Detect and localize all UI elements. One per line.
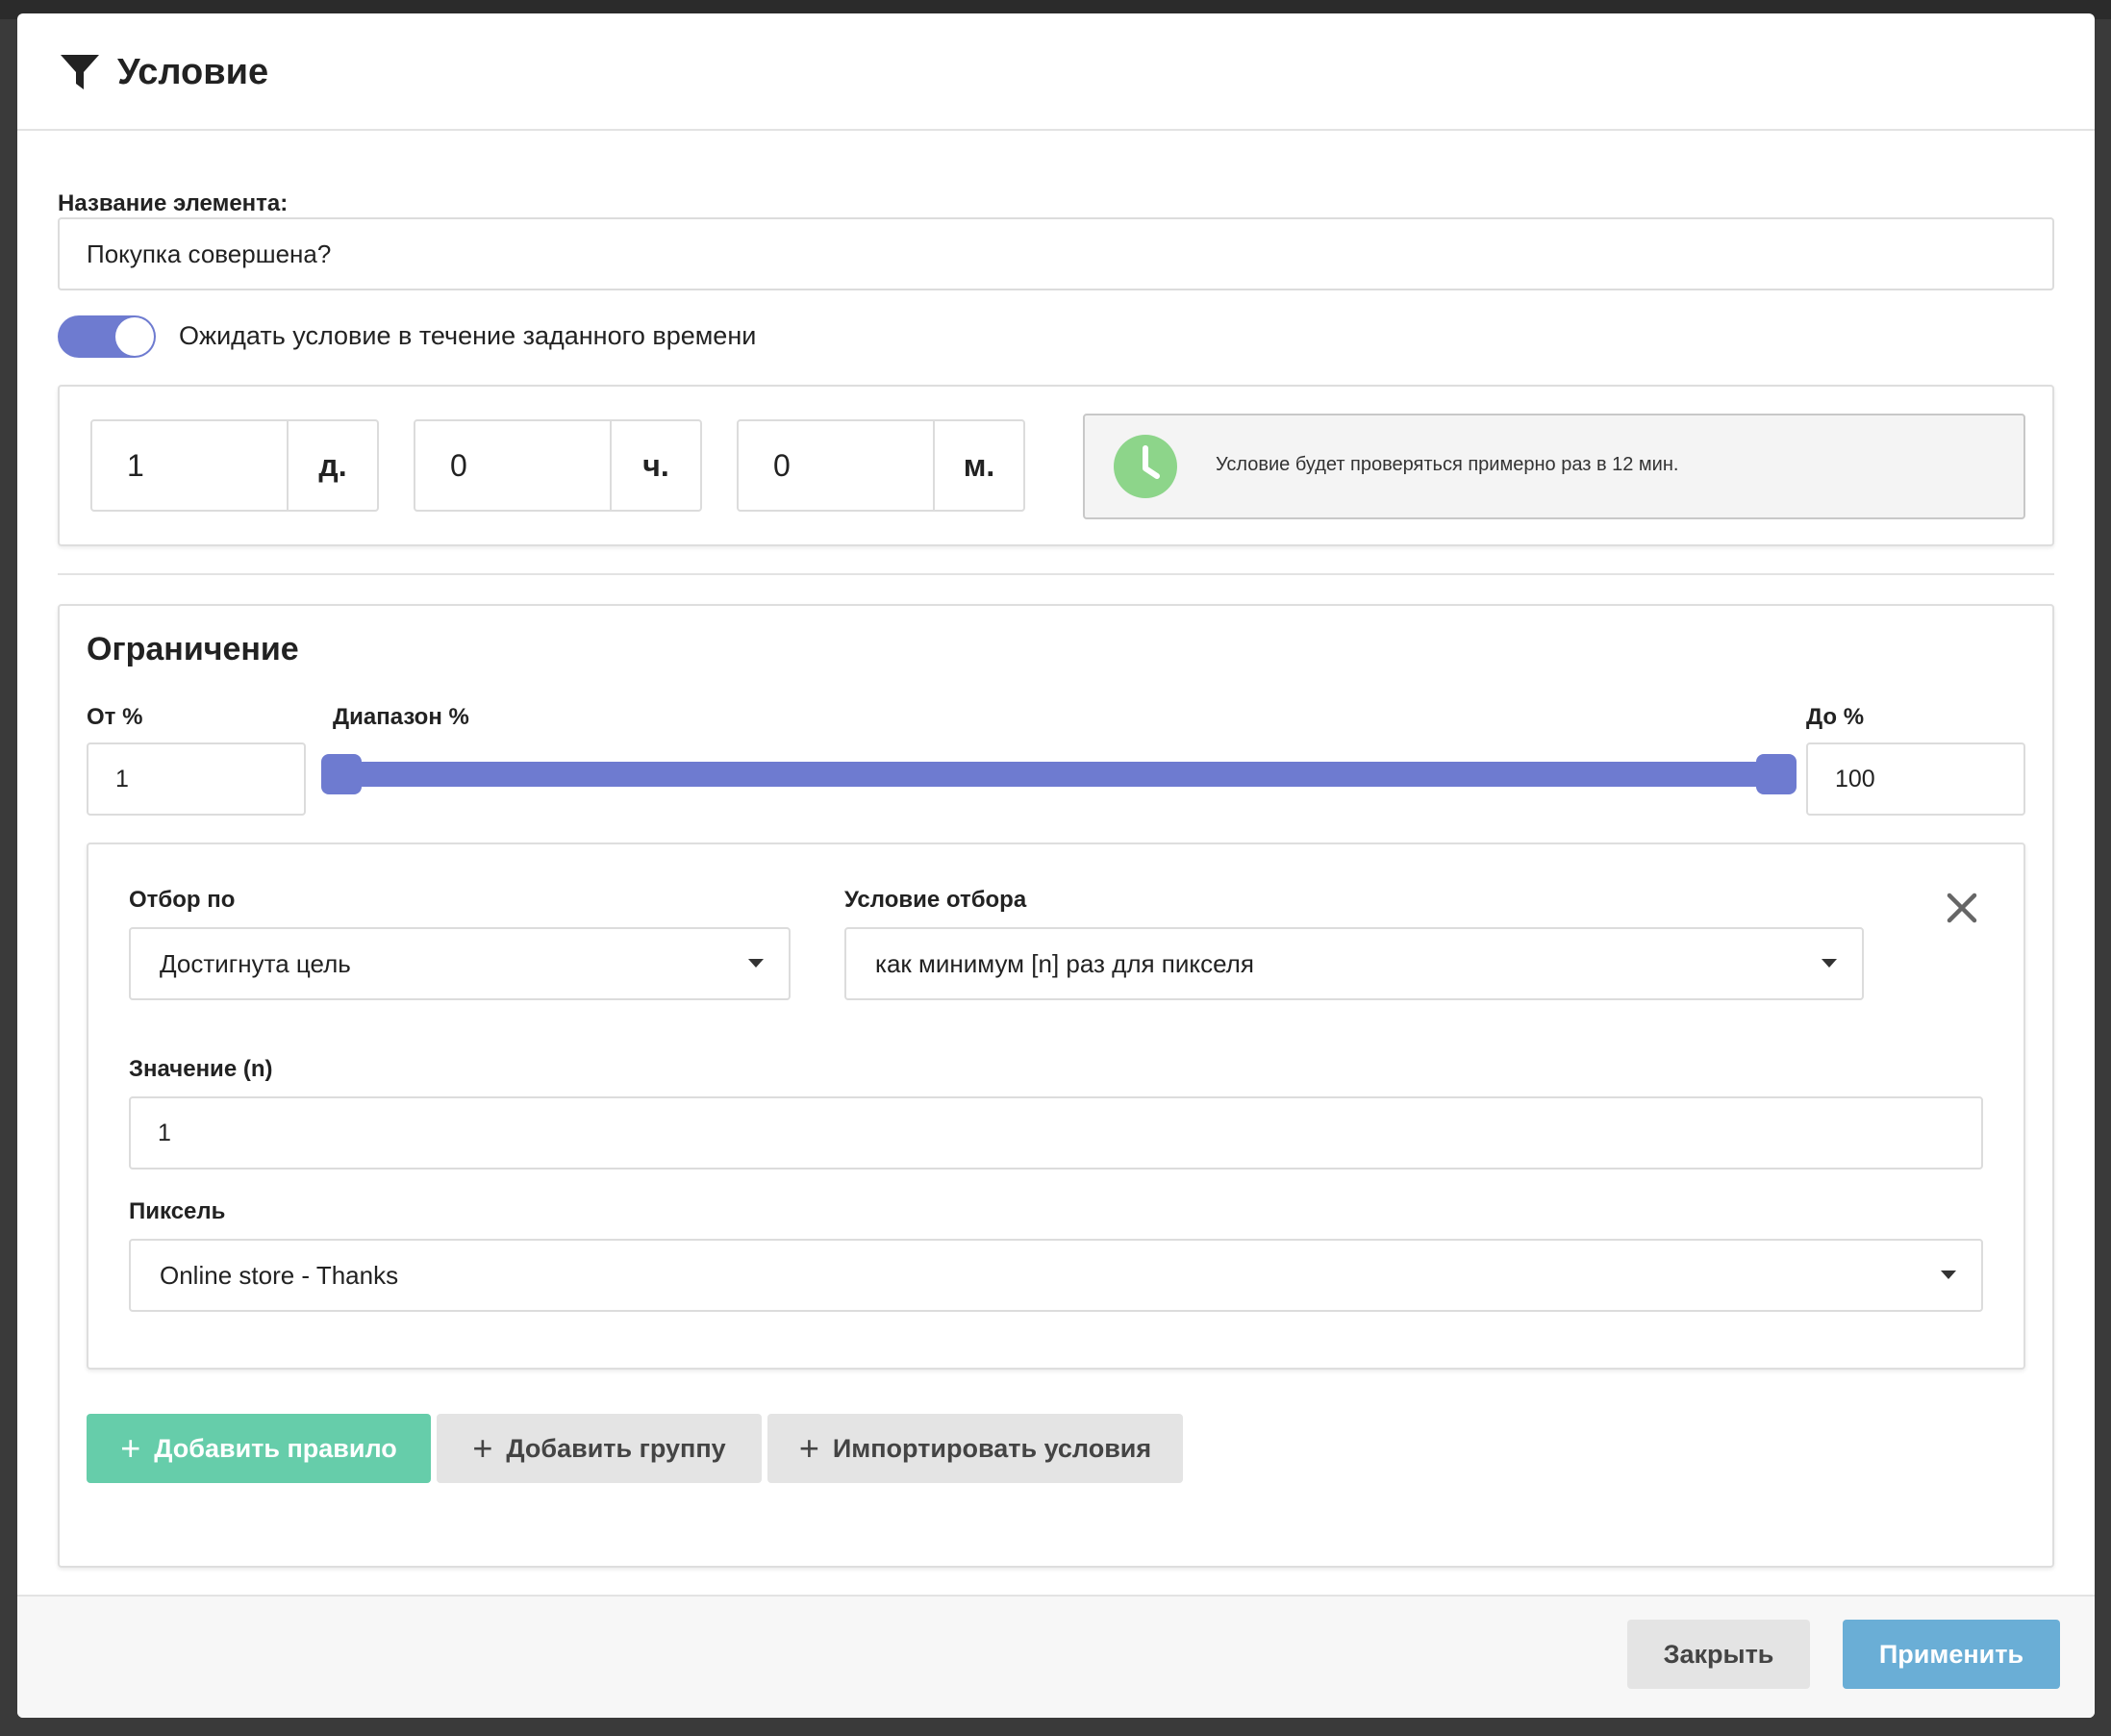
from-label: От % xyxy=(87,704,143,730)
to-value: 100 xyxy=(1835,765,1875,793)
modal-header: Условие xyxy=(17,13,2095,131)
from-input[interactable]: 1 xyxy=(87,742,306,816)
toggle-knob xyxy=(115,317,154,356)
filter-icon xyxy=(61,55,99,89)
plus-icon: + xyxy=(798,1428,819,1468)
chevron-down-icon xyxy=(1822,959,1837,968)
days-value: 1 xyxy=(127,447,144,483)
modal-footer: Закрыть Применить xyxy=(17,1595,2095,1718)
add-rule-button[interactable]: + Добавить правило xyxy=(87,1414,431,1483)
range-slider-max-handle[interactable] xyxy=(1756,754,1797,794)
pixel-label: Пиксель xyxy=(129,1198,226,1224)
apply-button-label: Применить xyxy=(1878,1639,2024,1669)
apply-button[interactable]: Применить xyxy=(1843,1620,2060,1689)
plus-icon: + xyxy=(120,1428,141,1468)
check-interval-text: Условие будет проверяться примерно раз в… xyxy=(1216,454,1679,475)
chevron-down-icon xyxy=(748,959,764,968)
element-name-label: Название элемента: xyxy=(58,190,289,216)
modal-title: Условие xyxy=(117,52,269,92)
element-name-input[interactable]: Покупка совершена? xyxy=(58,217,2054,290)
days-input[interactable]: 1 д. xyxy=(90,419,379,512)
wait-toggle[interactable] xyxy=(58,315,156,358)
add-rule-label: Добавить правило xyxy=(154,1433,397,1463)
filter-by-select[interactable]: Достигнута цель xyxy=(129,927,791,1000)
element-name-value: Покупка совершена? xyxy=(87,239,332,268)
import-conditions-label: Импортировать условия xyxy=(832,1433,1152,1463)
close-icon[interactable] xyxy=(1945,891,1979,925)
value-n-label: Значение (n) xyxy=(129,1056,273,1082)
condition-value: как минимум [n] раз для пикселя xyxy=(875,948,1254,978)
range-slider[interactable] xyxy=(321,754,1797,794)
hours-input[interactable]: 0 ч. xyxy=(414,419,702,512)
to-label: До % xyxy=(1806,704,1865,730)
filter-by-label: Отбор по xyxy=(129,887,236,913)
add-group-label: Добавить группу xyxy=(506,1433,726,1463)
plus-icon: + xyxy=(472,1428,493,1468)
condition-modal: Условие Название элемента: Покупка совер… xyxy=(17,13,2095,1718)
range-slider-min-handle[interactable] xyxy=(321,754,362,794)
from-value: 1 xyxy=(115,765,129,793)
pixel-select[interactable]: Online store - Thanks xyxy=(129,1239,1983,1312)
minutes-unit: м. xyxy=(933,421,1023,510)
limit-title: Ограничение xyxy=(87,631,299,667)
range-label: Диапазон % xyxy=(333,704,469,730)
minutes-value: 0 xyxy=(773,447,791,483)
value-n-value: 1 xyxy=(158,1119,171,1146)
chevron-down-icon xyxy=(1941,1271,1956,1279)
condition-label: Условие отбора xyxy=(844,887,1027,913)
check-interval-info: Условие будет проверяться примерно раз в… xyxy=(1083,414,2025,519)
hours-unit: ч. xyxy=(610,421,700,510)
clock-icon xyxy=(1114,435,1177,498)
hours-value: 0 xyxy=(450,447,467,483)
wait-toggle-label: Ожидать условие в течение заданного врем… xyxy=(179,321,757,350)
close-button[interactable]: Закрыть xyxy=(1627,1620,1810,1689)
import-conditions-button[interactable]: + Импортировать условия xyxy=(767,1414,1183,1483)
filter-by-value: Достигнута цель xyxy=(160,948,351,978)
add-group-button[interactable]: + Добавить группу xyxy=(437,1414,762,1483)
to-input[interactable]: 100 xyxy=(1806,742,2025,816)
minutes-input[interactable]: 0 м. xyxy=(737,419,1025,512)
section-divider xyxy=(58,573,2054,575)
close-button-label: Закрыть xyxy=(1663,1639,1774,1669)
condition-select[interactable]: как минимум [n] раз для пикселя xyxy=(844,927,1864,1000)
days-unit: д. xyxy=(287,421,377,510)
pixel-value: Online store - Thanks xyxy=(160,1260,399,1290)
value-n-input[interactable]: 1 xyxy=(129,1096,1983,1170)
